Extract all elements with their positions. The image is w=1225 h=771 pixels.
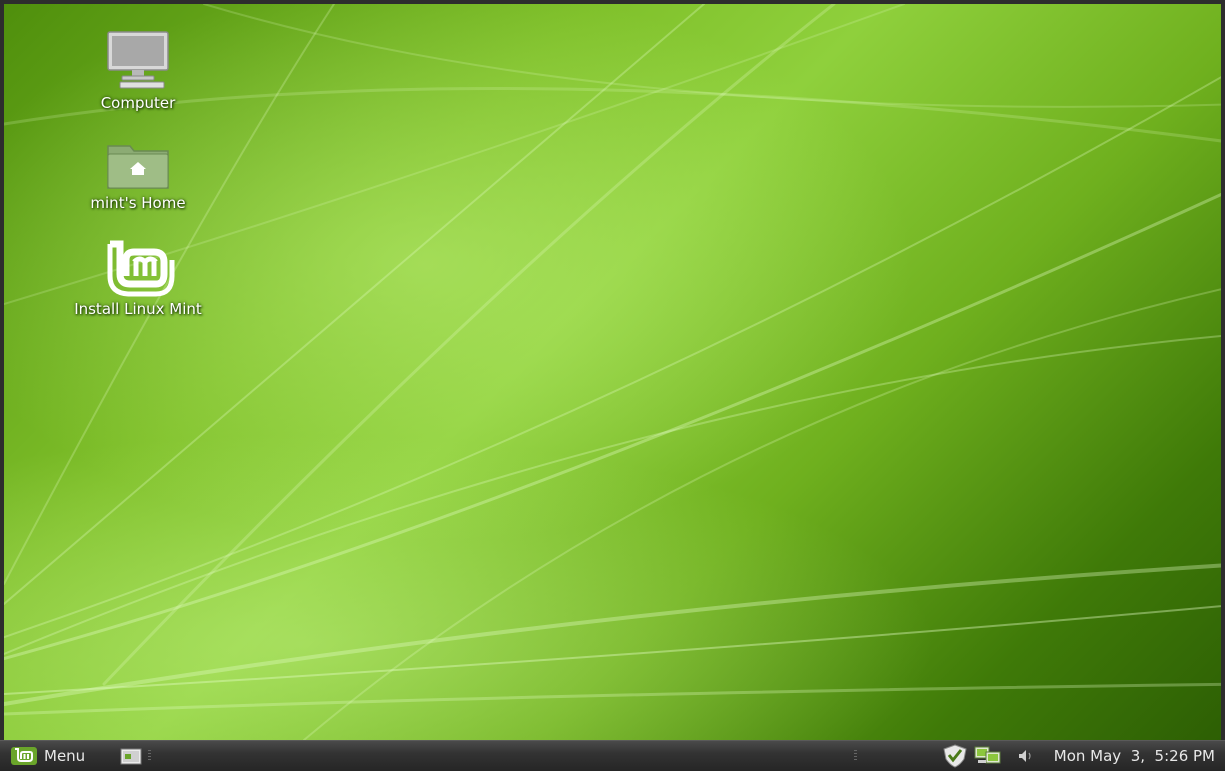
system-tray: Mon May 3, 5:26 PM [942,744,1215,768]
desktop-icon-install[interactable]: Install Linux Mint [48,240,228,318]
update-manager-shield-icon[interactable] [942,744,968,768]
linux-mint-logo-icon [11,747,37,765]
clock[interactable]: Mon May 3, 5:26 PM [1054,747,1215,765]
panel-handle [148,750,151,762]
menu-button[interactable]: Menu [10,744,85,768]
desktop-icon-computer[interactable]: Computer [48,30,228,112]
menu-label: Menu [44,747,86,765]
network-icon[interactable] [974,745,1002,767]
desktop-icon-label: Install Linux Mint [74,300,202,318]
desktop-icon-label: mint's Home [90,194,186,212]
volume-icon[interactable] [1016,747,1036,765]
show-desktop-icon[interactable] [120,748,142,765]
wallpaper [4,4,1221,740]
desktop[interactable]: Computer mint's Home Install Linux Mint [4,4,1221,740]
desktop-icon-home[interactable]: mint's Home [48,142,228,212]
linux-mint-logo-icon [107,240,175,297]
home-folder-icon [107,145,169,189]
desktop-icon-label: Computer [100,94,176,112]
screen: Computer mint's Home Install Linux Mint [0,0,1225,771]
taskbar: Menu Mon May 3, 5:26 PM [0,740,1225,771]
computer-icon [107,31,169,89]
panel-handle [854,750,857,762]
